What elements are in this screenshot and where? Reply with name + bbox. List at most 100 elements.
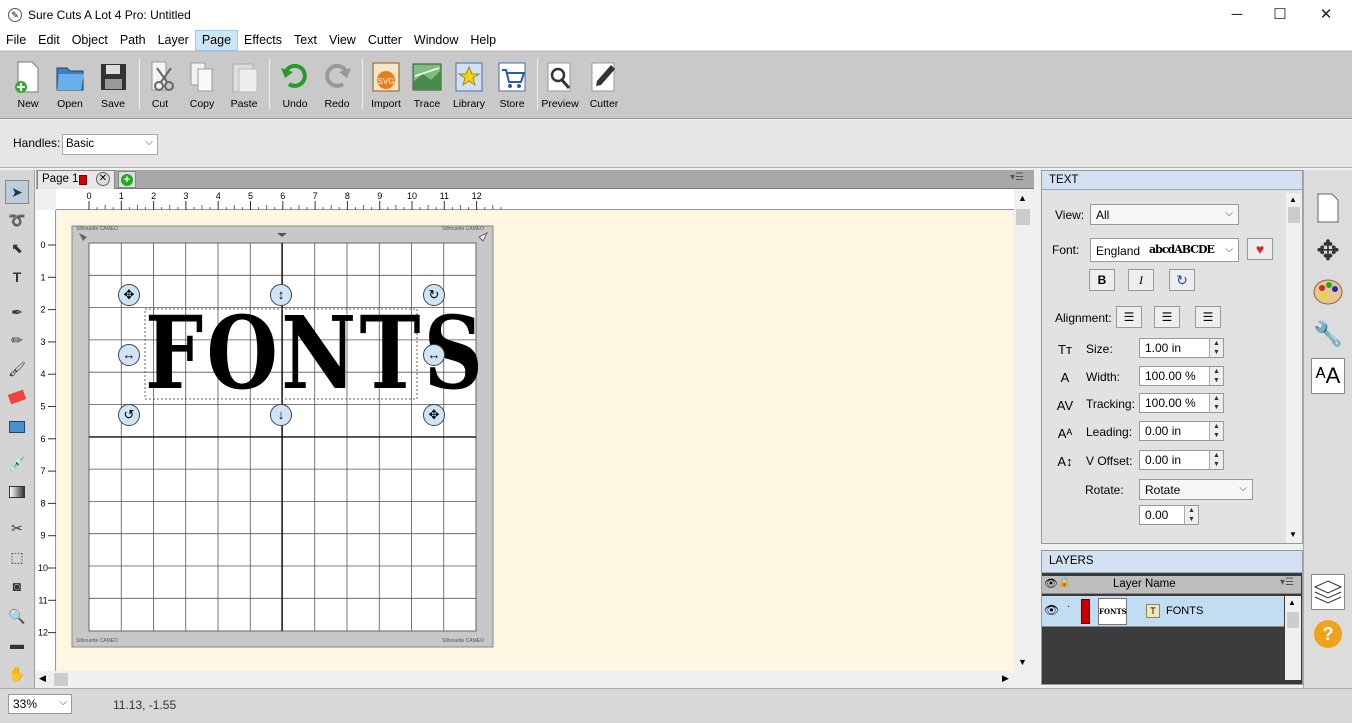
- store-button[interactable]: Store: [490, 60, 534, 110]
- layers-panel-button[interactable]: [1311, 574, 1345, 610]
- zoom-tool[interactable]: 🔍: [5, 604, 29, 628]
- width-input[interactable]: 100.00 % ▲ ▼: [1139, 366, 1224, 386]
- hand-tool[interactable]: ✋: [5, 662, 29, 686]
- rotate-bl-handle-icon[interactable]: ↺: [118, 404, 140, 426]
- align-left-button[interactable]: ☰: [1116, 306, 1142, 328]
- minimize-button[interactable]: ─: [1214, 0, 1260, 30]
- copy-button[interactable]: Copy: [180, 60, 224, 110]
- layer-color-swatch[interactable]: [1081, 599, 1090, 624]
- scroll-up-icon[interactable]: ▲: [1018, 193, 1027, 203]
- tracking-stepper[interactable]: ▲ ▼: [1209, 394, 1223, 412]
- color-panel-button[interactable]: [1311, 274, 1345, 310]
- eyedropper-tool[interactable]: 💉: [5, 452, 29, 476]
- cut-button[interactable]: Cut: [138, 60, 182, 110]
- pencil-tool[interactable]: ✏: [5, 328, 29, 352]
- view-select[interactable]: All ⌵: [1090, 204, 1239, 225]
- resize-left-handle-icon[interactable]: ↔: [118, 344, 140, 366]
- document-panel-button[interactable]: [1311, 190, 1345, 226]
- undo-button[interactable]: Undo: [273, 60, 317, 110]
- resize-right-handle-icon[interactable]: ↔: [423, 344, 445, 366]
- text-panel-button[interactable]: ᴬA: [1311, 358, 1345, 394]
- eye-visible-icon[interactable]: 👁: [1044, 603, 1059, 617]
- voffset-input[interactable]: 0.00 in ▲ ▼: [1139, 450, 1224, 470]
- scroll-right-icon[interactable]: ▶: [1002, 673, 1009, 684]
- eraser-tool[interactable]: [5, 385, 29, 409]
- move-handle-icon[interactable]: ✥: [118, 284, 140, 306]
- lasso-tool[interactable]: ➰: [5, 208, 29, 232]
- tab-menu-icon[interactable]: ▾☰: [1010, 172, 1024, 183]
- scroll-up-icon[interactable]: ▲: [1288, 598, 1296, 607]
- lock-toggle[interactable]: ·: [1067, 601, 1070, 612]
- knife-tool[interactable]: ✂: [5, 516, 29, 540]
- leading-input[interactable]: 0.00 in ▲ ▼: [1139, 421, 1224, 441]
- menu-object[interactable]: Object: [66, 30, 114, 51]
- add-page-button[interactable]: +: [118, 171, 136, 188]
- rotate-angle-stepper[interactable]: ▲ ▼: [1184, 506, 1198, 524]
- rotate-angle-input[interactable]: 0.00 ▲ ▼: [1139, 505, 1199, 525]
- design-canvas[interactable]: [57, 211, 1013, 671]
- scroll-up-icon[interactable]: ▲: [1289, 195, 1297, 204]
- scroll-thumb[interactable]: [1016, 209, 1030, 225]
- layer-row[interactable]: 👁 · FONTS T FONTS: [1042, 596, 1284, 627]
- rotate-handle-icon[interactable]: ↻: [423, 284, 445, 306]
- menu-effects[interactable]: Effects: [238, 30, 288, 51]
- save-button[interactable]: Save: [91, 60, 135, 110]
- maximize-button[interactable]: ☐: [1257, 0, 1303, 30]
- tracking-input[interactable]: 100.00 % ▲ ▼: [1139, 393, 1224, 413]
- text-panel-scrollbar[interactable]: ▲ ▼: [1286, 193, 1302, 543]
- new-button[interactable]: New: [6, 60, 50, 110]
- bold-button[interactable]: B: [1089, 269, 1115, 291]
- layer-name[interactable]: FONTS: [1166, 605, 1203, 617]
- scroll-down-icon[interactable]: ▼: [1018, 657, 1027, 667]
- resize-top-handle-icon[interactable]: ↕: [270, 284, 292, 306]
- tools-panel-button[interactable]: 🔧: [1311, 316, 1345, 352]
- trace-button[interactable]: Trace: [405, 60, 449, 110]
- italic-button[interactable]: I: [1128, 269, 1154, 291]
- cutter-button[interactable]: Cutter: [582, 60, 626, 110]
- layers-scroll-thumb[interactable]: [1287, 612, 1299, 628]
- brush-tool[interactable]: 🖌: [5, 357, 29, 381]
- align-right-button[interactable]: ☰: [1195, 306, 1221, 328]
- reset-button[interactable]: ↻: [1169, 269, 1195, 291]
- gradient-tool[interactable]: [5, 480, 29, 504]
- weld-tool[interactable]: ◙: [5, 574, 29, 598]
- close-tab-icon[interactable]: ✕: [96, 172, 110, 186]
- node-edit-tool[interactable]: ⬉: [5, 236, 29, 260]
- hscroll-thumb[interactable]: [54, 673, 68, 686]
- canvas-horizontal-scrollbar[interactable]: ◀ ▶: [36, 671, 1014, 688]
- menu-edit[interactable]: Edit: [32, 30, 66, 51]
- zoom-select[interactable]: 33% ⌵: [8, 694, 72, 714]
- favorite-font-button[interactable]: ♥: [1247, 238, 1273, 260]
- preview-button[interactable]: Preview: [538, 60, 582, 110]
- menu-path[interactable]: Path: [114, 30, 152, 51]
- align-center-button[interactable]: ☰: [1154, 306, 1180, 328]
- size-input[interactable]: 1.00 in ▲ ▼: [1139, 338, 1224, 358]
- menu-text[interactable]: Text: [288, 30, 323, 51]
- pen-tool[interactable]: ✒: [5, 300, 29, 324]
- shape-tool[interactable]: [5, 415, 29, 439]
- library-button[interactable]: Library: [447, 60, 491, 110]
- paste-button[interactable]: Paste: [222, 60, 266, 110]
- text-tool[interactable]: T: [5, 265, 29, 289]
- layers-menu-icon[interactable]: ▾☰: [1280, 577, 1294, 588]
- panel-scroll-thumb[interactable]: [1288, 207, 1300, 223]
- handles-select[interactable]: Basic ⌵: [62, 134, 158, 155]
- menu-help[interactable]: Help: [464, 30, 502, 51]
- font-select[interactable]: England abcdABCDE ⌵: [1090, 238, 1239, 262]
- size-stepper[interactable]: ▲ ▼: [1209, 339, 1223, 357]
- close-button[interactable]: ✕: [1303, 0, 1349, 30]
- menu-window[interactable]: Window: [408, 30, 464, 51]
- menu-layer[interactable]: Layer: [152, 30, 195, 51]
- voffset-stepper[interactable]: ▲ ▼: [1209, 451, 1223, 469]
- transform-panel-button[interactable]: ✥: [1311, 232, 1345, 268]
- canvas-vertical-scrollbar[interactable]: ▲ ▼: [1014, 189, 1034, 672]
- menu-view[interactable]: View: [323, 30, 362, 51]
- resize-bottom-handle-icon[interactable]: ↓: [270, 404, 292, 426]
- menu-cutter[interactable]: Cutter: [362, 30, 408, 51]
- width-stepper[interactable]: ▲ ▼: [1209, 367, 1223, 385]
- help-button[interactable]: ?: [1311, 616, 1345, 652]
- menu-page[interactable]: Page: [194, 29, 239, 51]
- scroll-left-icon[interactable]: ◀: [39, 673, 46, 684]
- menu-file[interactable]: File: [0, 30, 32, 51]
- measure-tool[interactable]: ▬: [5, 632, 29, 656]
